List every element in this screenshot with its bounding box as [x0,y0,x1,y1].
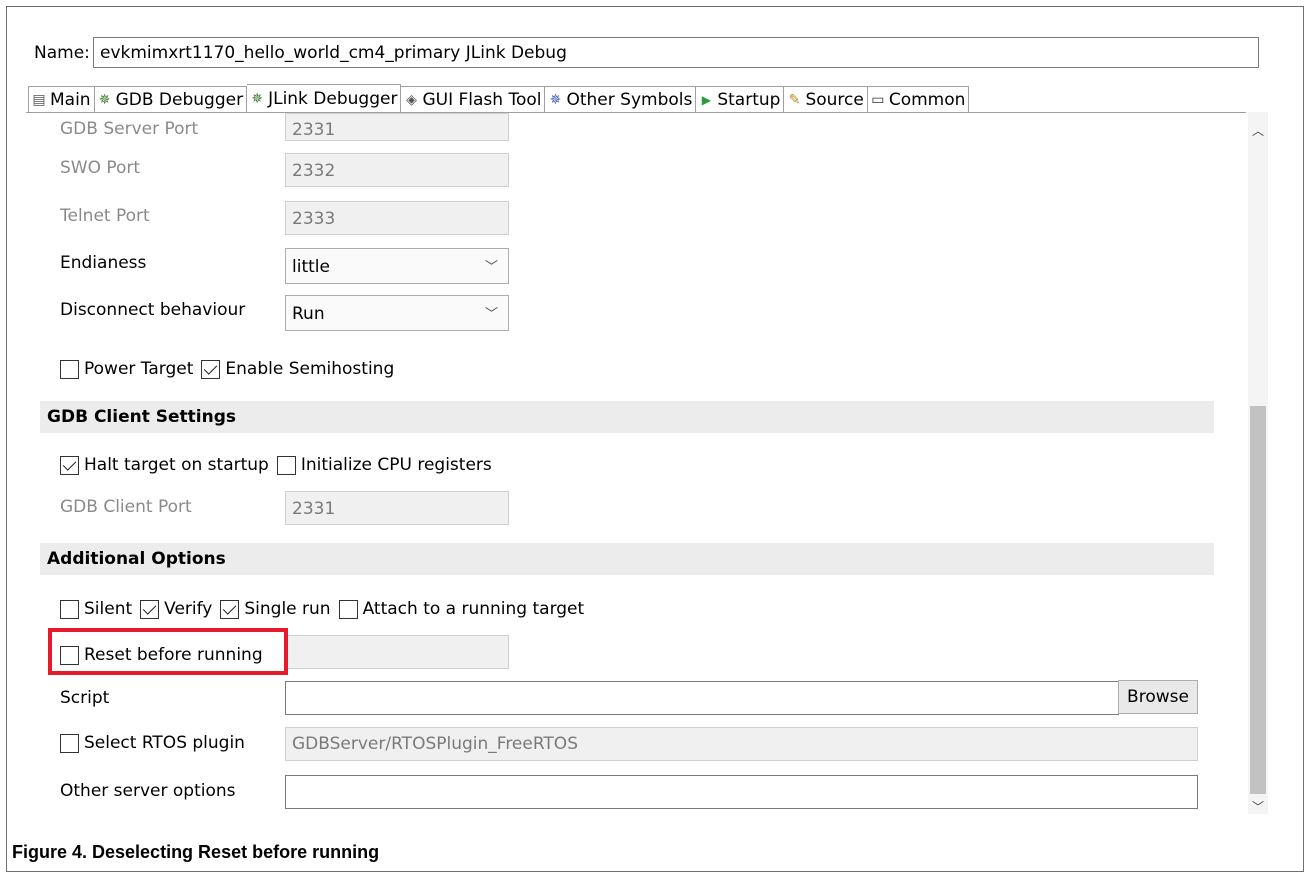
tab-main-label: Main [50,89,91,110]
scrollbar-thumb[interactable] [1250,406,1266,794]
tab-startup-label: Startup [717,89,781,110]
tab-gui-flash-tool-label: GUI Flash Tool [422,89,542,110]
select-rtos-plugin-label: Select RTOS plugin [84,733,245,753]
chevron-up-icon[interactable]: ︿ [1252,122,1264,139]
silent-checkbox[interactable] [60,599,79,619]
tab-jlink-debugger[interactable]: ✵ JLink Debugger [247,84,402,112]
highlight-box [48,628,288,675]
attach-running-target-checkbox[interactable] [338,599,358,619]
tab-main[interactable]: ▤ Main [28,86,95,112]
symbols-icon: ✵ [549,91,562,108]
tab-source[interactable]: ✎ Source [784,86,868,112]
verify-label: Verify [164,599,213,619]
disconnect-behaviour-label: Disconnect behaviour [60,300,246,320]
enable-semihosting-label: Enable Semihosting [225,359,395,379]
common-icon: ▭ [871,91,885,108]
script-input[interactable] [285,681,1119,715]
verify-checkbox[interactable] [140,599,160,619]
script-label: Script [60,688,110,708]
flash-tool-icon: ◈ [406,91,417,108]
single-run-checkbox[interactable] [220,599,240,619]
name-row: Name: [26,36,1270,70]
tab-source-label: Source [805,89,864,110]
swo-port-field: 2332 [285,153,509,187]
chevron-down-icon[interactable]: ﹀ [1252,798,1264,815]
additional-options-header: Additional Options [40,543,1214,575]
telnet-port-label: Telnet Port [60,206,150,226]
source-icon: ✎ [788,91,801,108]
enable-semihosting-checkbox[interactable] [201,359,221,379]
tab-bar: ▤ Main ✵ GDB Debugger ✵ JLink Debugger ◈… [28,84,970,112]
power-target-label: Power Target [84,359,194,379]
single-run-label: Single run [244,599,331,619]
disconnect-behaviour-select[interactable]: Run ﹀ [285,295,509,331]
vertical-scrollbar[interactable]: ︿ ﹀ [1248,112,1268,814]
tab-jlink-debugger-label: JLink Debugger [268,88,398,109]
gdb-client-port-label: GDB Client Port [60,497,192,517]
figure-caption: Figure 4. Deselecting Reset before runni… [12,842,380,862]
gdb-server-port-field: 2331 [285,113,509,141]
rtos-plugin-field: GDBServer/RTOSPlugin_FreeRTOS [285,727,1198,761]
tab-common[interactable]: ▭ Common [867,86,970,112]
debug-bug-icon: ✵ [251,90,263,107]
tab-startup[interactable]: ▶ Startup [696,86,785,112]
name-input[interactable] [93,37,1259,68]
reset-before-running-field [285,635,509,669]
client-options-row: Halt target on startup Initialize CPU re… [60,455,492,475]
other-server-options-label: Other server options [60,781,236,801]
endianess-select[interactable]: little ﹀ [285,248,509,284]
endianess-value: little [292,257,330,277]
disconnect-behaviour-value: Run [292,304,325,324]
attach-running-target-label: Attach to a running target [362,599,585,619]
tab-common-label: Common [888,89,966,110]
halt-target-checkbox[interactable] [60,455,79,475]
init-cpu-registers-checkbox[interactable] [276,455,296,475]
tab-gui-flash-tool[interactable]: ◈ GUI Flash Tool [401,86,546,112]
name-label: Name: [34,43,90,63]
gdb-client-port-field: 2331 [285,491,509,525]
server-options-row: Power Target Enable Semihosting [60,359,394,379]
gdb-client-settings-header: GDB Client Settings [40,401,1214,433]
rtos-row: Select RTOS plugin [60,733,245,753]
other-server-options-input[interactable] [285,775,1198,809]
document-icon: ▤ [32,91,46,108]
telnet-port-field: 2333 [285,201,509,235]
jlink-debugger-panel: GDB Server Port 2331 SWO Port 2332 Telne… [26,112,1246,814]
tab-gdb-debugger-label: GDB Debugger [115,89,244,110]
play-icon: ▶ [701,92,711,107]
init-cpu-registers-label: Initialize CPU registers [300,455,492,475]
power-target-checkbox[interactable] [60,359,79,379]
swo-port-label: SWO Port [60,158,141,178]
debug-configuration-dialog: Name: ▤ Main ✵ GDB Debugger ✵ JLink Debu… [26,36,1270,814]
browse-button[interactable]: Browse [1118,680,1198,714]
additional-options-row: Silent Verify Single run Attach to a run… [60,599,584,619]
tab-other-symbols[interactable]: ✵ Other Symbols [545,86,697,112]
tab-gdb-debugger[interactable]: ✵ GDB Debugger [94,86,248,112]
select-rtos-plugin-checkbox[interactable] [60,733,79,753]
chevron-down-icon: ﹀ [484,260,498,275]
halt-target-label: Halt target on startup [84,455,269,475]
endianess-label: Endianess [60,253,147,273]
silent-label: Silent [84,599,133,619]
debug-bug-icon: ✵ [98,91,111,108]
gdb-server-port-label: GDB Server Port [60,119,199,139]
chevron-down-icon: ﹀ [484,307,498,322]
tab-other-symbols-label: Other Symbols [566,89,693,110]
